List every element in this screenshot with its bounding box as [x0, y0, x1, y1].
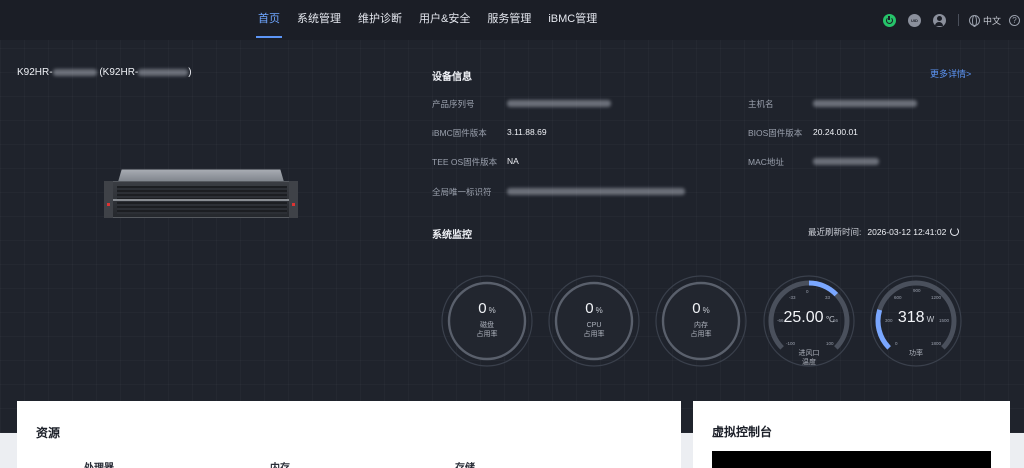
serial-value — [507, 98, 611, 108]
device-name-prefix: K92HR- — [17, 67, 53, 78]
gauge-tick: 0 — [895, 341, 898, 346]
redacted-text — [138, 68, 189, 76]
globe-icon[interactable] — [968, 14, 980, 27]
guid-label: 全局唯一标识符 — [432, 187, 492, 197]
resource-memory[interactable]: 内存 — [270, 459, 290, 468]
top-navigation-bar: 首页 系统管理 维护诊断 用户&安全 服务管理 iBMC管理 UID 中文 ? — [0, 0, 1024, 40]
gauge-value: 318 W — [897, 309, 935, 326]
gauge-label: 磁盘 占用率 — [476, 322, 498, 338]
system-monitor-title: 系统监控 — [432, 230, 472, 241]
gauge-label: 进风口 温度 — [798, 350, 820, 366]
resource-storage[interactable]: 存储 — [455, 459, 475, 468]
redacted-text — [52, 68, 97, 76]
virtual-console-title: 虚拟控制台 — [712, 425, 773, 439]
guid-value — [507, 186, 685, 196]
gauge-tick: -100 — [786, 341, 796, 346]
help-icon[interactable]: ? — [1009, 14, 1020, 26]
inlet-temperature-gauge: 0 -33 33 -66 66 -100 100 25.00 ℃ 进风口 温度 — [762, 274, 856, 368]
mac-value — [813, 156, 879, 166]
mac-label: MAC地址 — [748, 157, 784, 167]
tab-user-security[interactable]: 用户&安全 — [419, 0, 470, 40]
gauge-label: 功率 — [909, 350, 923, 357]
more-details-link[interactable]: 更多详情> — [930, 67, 971, 80]
tab-maintenance-diagnosis[interactable]: 维护诊断 — [358, 0, 402, 40]
gauge-tick: 100 — [826, 341, 834, 346]
tee-fw-value: NA — [507, 156, 519, 166]
tab-home[interactable]: 首页 — [256, 0, 282, 40]
serial-label: 产品序列号 — [432, 99, 475, 109]
virtual-console-preview[interactable] — [712, 451, 991, 468]
gauge-tick: 600 — [894, 295, 902, 300]
tab-ibmc-management[interactable]: iBMC管理 — [548, 0, 597, 40]
nav-toolbar: UID 中文 ? — [871, 12, 1020, 28]
language-switch[interactable]: 中文 — [983, 14, 1001, 27]
gauge-value: 0% — [585, 300, 603, 317]
gauge-tick: 1800 — [931, 341, 942, 346]
gauge-tick: 0 — [806, 289, 809, 294]
ibmc-fw-value: 3.11.88.69 — [507, 127, 547, 137]
gauge-value: 25.00 ℃ — [783, 309, 835, 326]
device-title: K92HR- (K92HR-) — [17, 67, 192, 78]
memory-usage-gauge: 0% 内存 占用率 — [654, 274, 748, 368]
gauge-label: 内存 占用率 — [690, 322, 712, 338]
gauge-tick: 1200 — [931, 295, 942, 300]
bios-fw-value: 20.24.00.01 — [813, 127, 858, 137]
gauge-tick: 33 — [825, 295, 831, 300]
uid-icon[interactable]: UID — [907, 13, 921, 27]
user-icon[interactable] — [932, 13, 946, 27]
gauge-value: 0% — [692, 300, 710, 317]
resources-panel: 资源 — [17, 401, 681, 468]
hostname-value — [813, 98, 917, 108]
hostname-label: 主机名 — [748, 99, 774, 109]
tee-fw-label: TEE OS固件版本 — [432, 157, 498, 167]
cpu-usage-gauge: 0% CPU 占用率 — [547, 274, 641, 368]
gauge-tick: 900 — [913, 288, 921, 293]
resources-title: 资源 — [36, 426, 61, 440]
temperature-gauge-fill — [808, 280, 839, 297]
main-nav-tabs: 首页 系统管理 维护诊断 用户&安全 服务管理 iBMC管理 — [256, 0, 614, 40]
device-info-title: 设备信息 — [432, 72, 472, 83]
device-model-suffix: ) — [188, 67, 192, 78]
disk-usage-gauge: 0% 磁盘 占用率 — [440, 274, 534, 368]
server-image — [104, 166, 298, 220]
bios-fw-label: BIOS固件版本 — [748, 128, 803, 138]
refresh-time: 2026-03-12 12:41:02 — [867, 227, 947, 237]
gauge-value: 0% — [478, 300, 496, 317]
device-model-prefix: (K92HR- — [96, 67, 139, 78]
gauge-tick: -33 — [789, 295, 796, 300]
nav-divider — [957, 14, 959, 26]
refresh-icon[interactable] — [950, 227, 960, 236]
refresh-label: 最近刷新时间: — [808, 227, 862, 237]
power-gauge: 900 600 1200 300 1500 0 1800 318 W 功率 — [869, 274, 963, 368]
last-refresh: 最近刷新时间: 2026-03-12 12:41:02 — [808, 226, 960, 238]
tab-service-management[interactable]: 服务管理 — [487, 0, 531, 40]
resource-cpu[interactable]: 处理器 — [84, 459, 114, 468]
gauge-label: CPU 占用率 — [583, 322, 605, 338]
ibmc-fw-label: iBMC固件版本 — [432, 128, 487, 138]
tab-system-management[interactable]: 系统管理 — [297, 0, 341, 40]
power-icon[interactable] — [882, 13, 896, 27]
